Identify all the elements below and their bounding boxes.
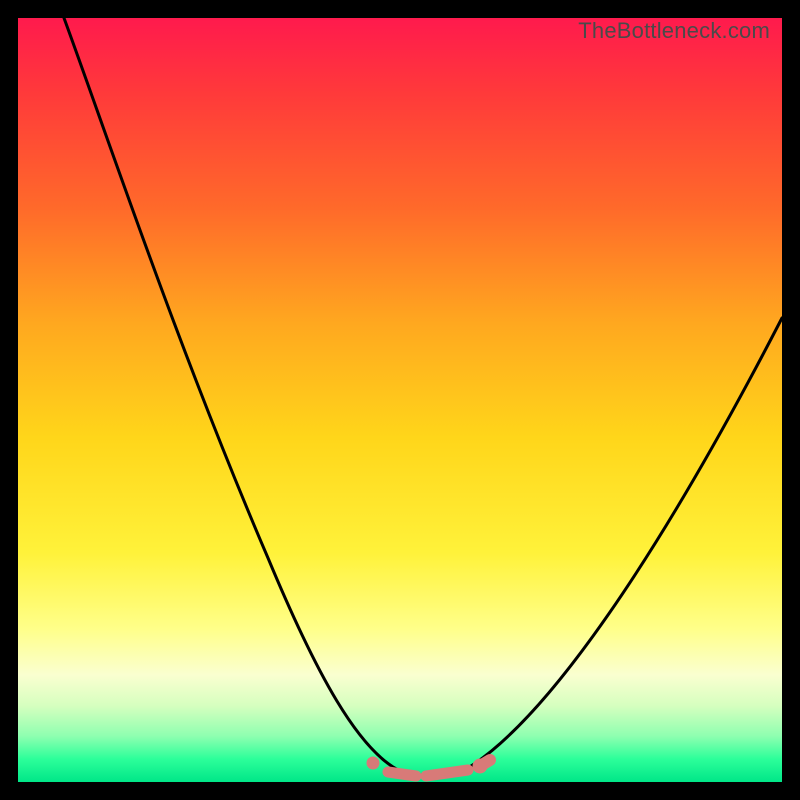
bottleneck-curve-svg bbox=[18, 18, 782, 782]
chart-area: TheBottleneck.com bbox=[18, 18, 782, 782]
bottleneck-curve-path bbox=[64, 18, 782, 775]
